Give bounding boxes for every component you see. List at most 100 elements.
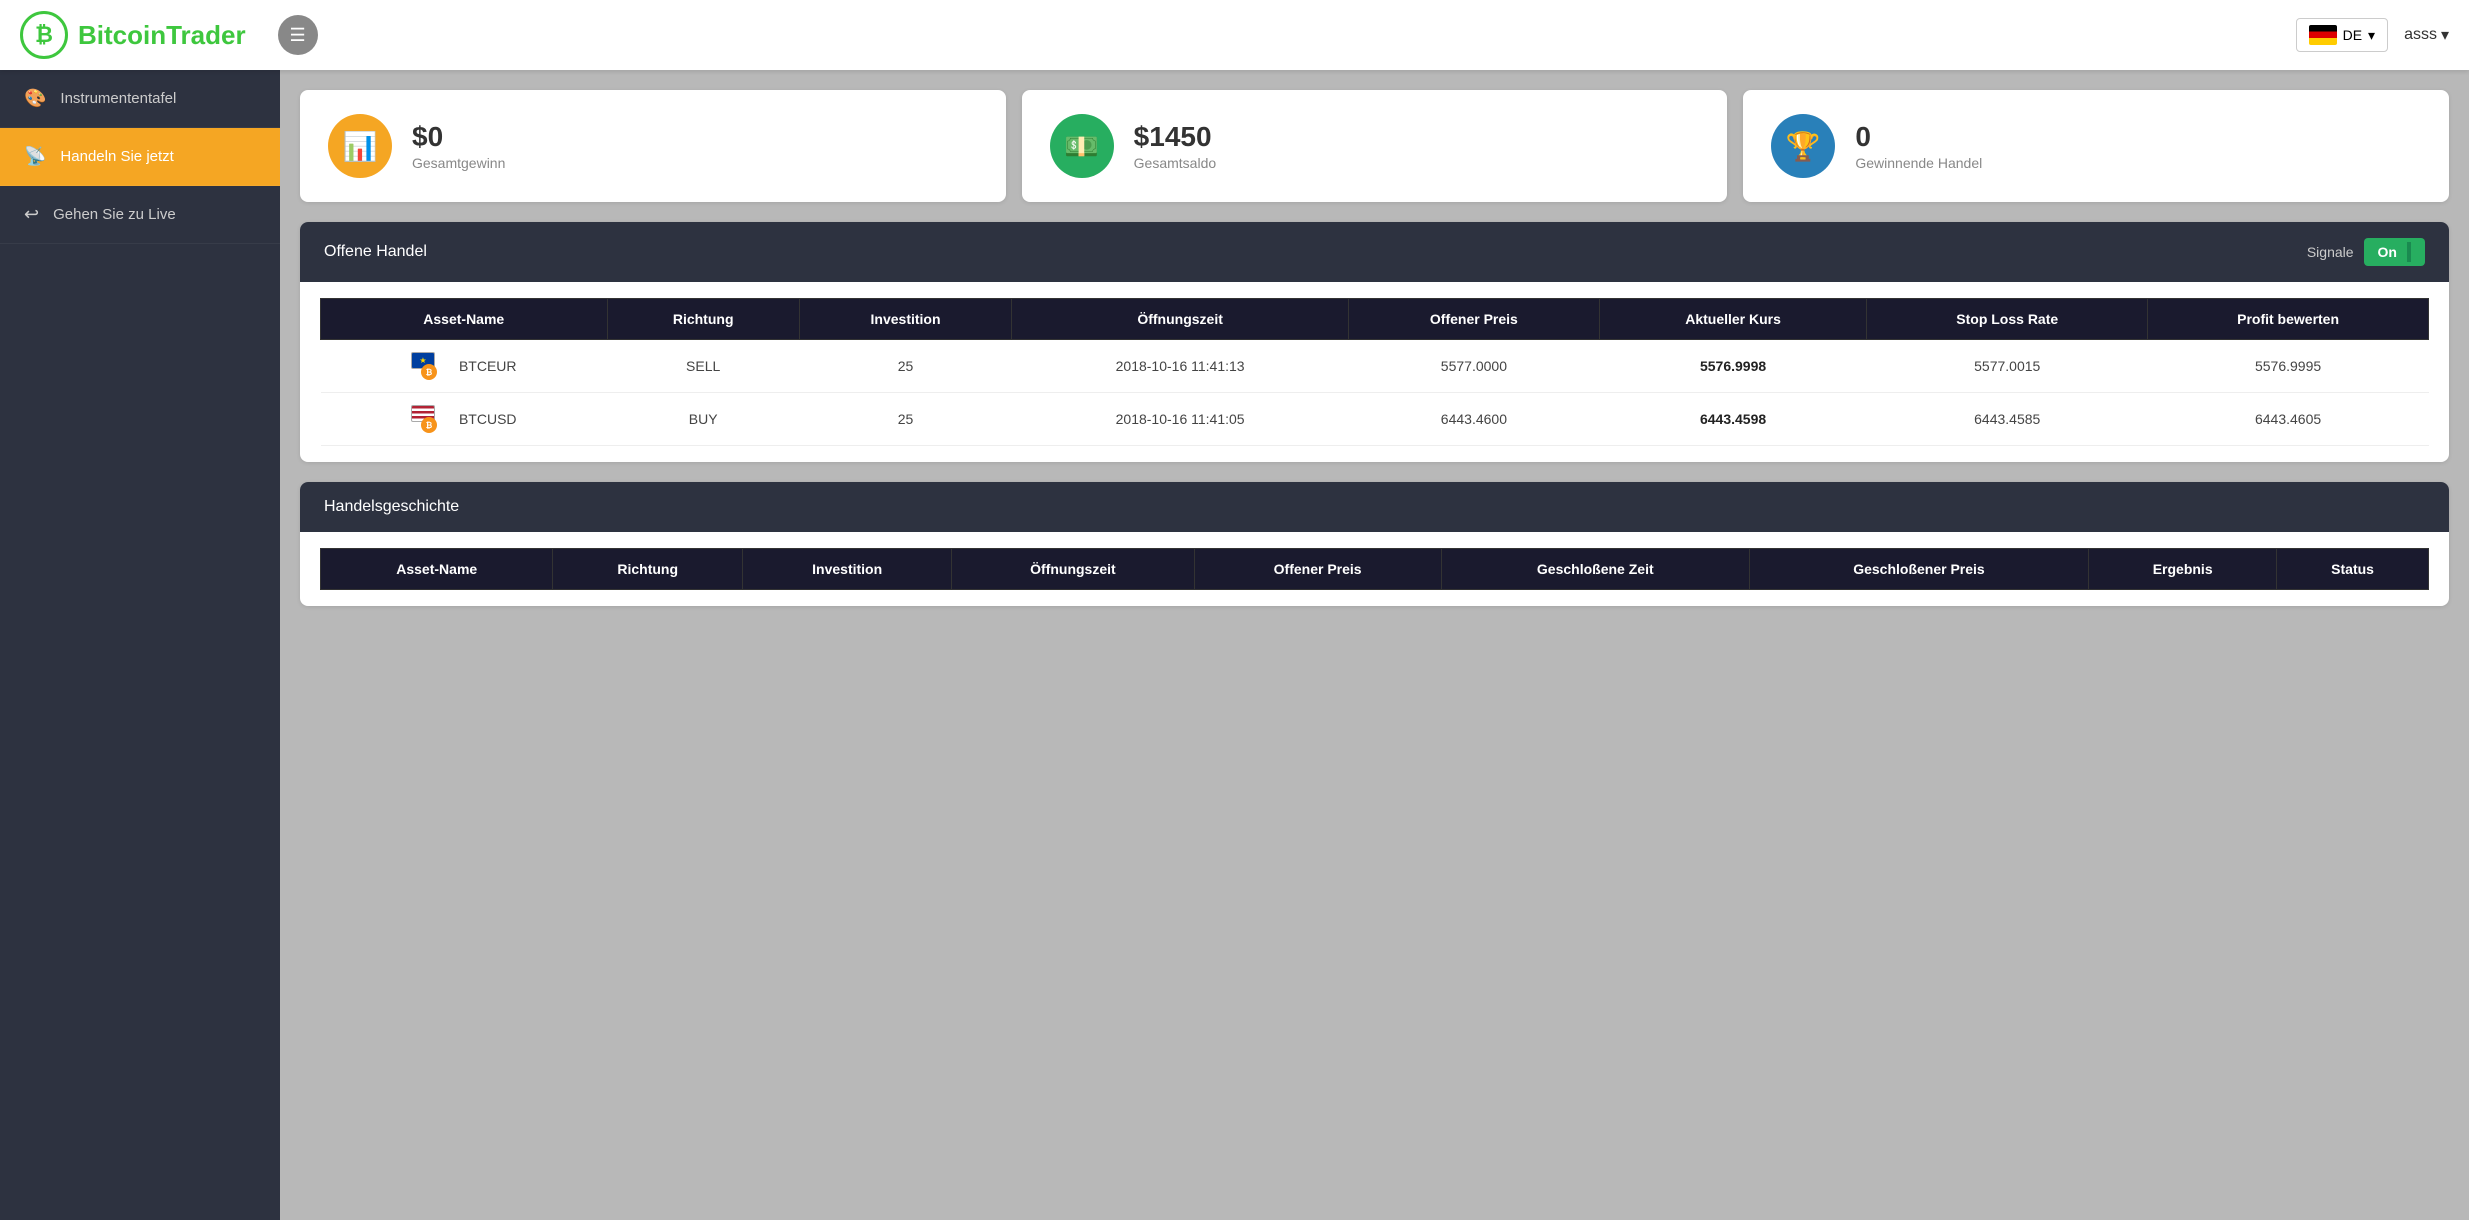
row-investment-1: 25 (799, 393, 1011, 446)
open-trades-header-row: Asset-Name Richtung Investition Öffnungs… (321, 299, 2429, 340)
palette-icon: 🎨 (24, 88, 46, 109)
logo: ₿ BitcoinTrader (20, 11, 246, 59)
balance-info: $1450 Gesamtsaldo (1134, 121, 1216, 171)
row-direction-1: BUY (607, 393, 799, 446)
btcusd-flags: ₿ (411, 405, 451, 433)
logo-icon: ₿ (20, 11, 68, 59)
asset-cell-btceur: ★ ₿ BTCEUR (335, 352, 594, 380)
balance-icon: 💵 (1050, 114, 1114, 178)
row-stop-loss-0: 5577.0015 (1867, 340, 2148, 393)
btceur-flags: ★ ₿ (411, 352, 451, 380)
wifi-icon: 📡 (24, 146, 46, 167)
trade-history-table: Asset-Name Richtung Investition Öffnungs… (320, 548, 2429, 590)
sidebar-item-label: Instrumententafel (60, 90, 176, 107)
row-asset-btcusd: ₿ BTCUSD (321, 393, 608, 446)
row-asset-btceur: ★ ₿ BTCEUR (321, 340, 608, 393)
sidebar-item-handeln[interactable]: 📡 Handeln Sie jetzt (0, 128, 280, 186)
winning-label: Gewinnende Handel (1855, 155, 1982, 171)
row-opening-time-0: 2018-10-16 11:41:13 (1012, 340, 1349, 393)
row-open-price-0: 5577.0000 (1348, 340, 1599, 393)
profit-label: Gesamtgewinn (412, 155, 505, 171)
bitcoin-icon: ₿ (421, 364, 437, 380)
open-trades-header: Offene Handel Signale On (300, 222, 2449, 282)
trade-history-panel: Handelsgeschichte Asset-Name Richtung In… (300, 482, 2449, 606)
app-header: ₿ BitcoinTrader ☰ DE ▾ asss ▾ (0, 0, 2469, 70)
asset-name-btcusd: BTCUSD (459, 411, 517, 427)
sidebar-item-label: Gehen Sie zu Live (53, 206, 176, 223)
winning-icon: 🏆 (1771, 114, 1835, 178)
trade-history-header-row: Asset-Name Richtung Investition Öffnungs… (321, 549, 2429, 590)
balance-label: Gesamtsaldo (1134, 155, 1216, 171)
main-layout: 🎨 Instrumententafel 📡 Handeln Sie jetzt … (0, 70, 2469, 1220)
lang-chevron-icon: ▾ (2368, 27, 2375, 44)
user-menu[interactable]: asss ▾ (2404, 25, 2449, 45)
table-row: ★ ₿ BTCEUR SELL 25 2018-10-16 11:41:13 5… (321, 340, 2429, 393)
winning-value: 0 (1855, 121, 1982, 153)
toggle-bar-icon (2407, 242, 2411, 262)
col-richtung: Richtung (607, 299, 799, 340)
signals-label: Signale (2307, 244, 2354, 260)
stat-card-balance: 💵 $1450 Gesamtsaldo (1022, 90, 1728, 202)
open-trades-table-container: Asset-Name Richtung Investition Öffnungs… (300, 282, 2449, 462)
col-investition: Investition (799, 299, 1011, 340)
hist-col-oeffnungszeit: Öffnungszeit (952, 549, 1194, 590)
menu-button[interactable]: ☰ (278, 15, 318, 55)
stat-card-profit: 📊 $0 Gesamtgewinn (300, 90, 1006, 202)
hist-col-richtung: Richtung (553, 549, 743, 590)
signals-toggle[interactable]: Signale On (2307, 238, 2425, 266)
col-aktueller-kurs: Aktueller Kurs (1599, 299, 1867, 340)
open-trades-thead: Asset-Name Richtung Investition Öffnungs… (321, 299, 2429, 340)
trade-history-thead: Asset-Name Richtung Investition Öffnungs… (321, 549, 2429, 590)
open-trades-panel: Offene Handel Signale On Asset-Name Rich… (300, 222, 2449, 462)
open-trades-title: Offene Handel (324, 243, 427, 261)
asset-name-btceur: BTCEUR (459, 358, 517, 374)
row-profit-1: 6443.4605 (2148, 393, 2429, 446)
username-label: asss (2404, 26, 2437, 44)
balance-value: $1450 (1134, 121, 1216, 153)
row-current-rate-1: 6443.4598 (1599, 393, 1867, 446)
hist-col-ergebnis: Ergebnis (2089, 549, 2277, 590)
trade-history-header: Handelsgeschichte (300, 482, 2449, 532)
bitcoin-icon: ₿ (421, 417, 437, 433)
hist-col-asset: Asset-Name (321, 549, 553, 590)
hist-col-status: Status (2277, 549, 2429, 590)
col-offener-preis: Offener Preis (1348, 299, 1599, 340)
sidebar-item-live[interactable]: ↩ Gehen Sie zu Live (0, 186, 280, 244)
open-trades-tbody: ★ ₿ BTCEUR SELL 25 2018-10-16 11:41:13 5… (321, 340, 2429, 446)
sidebar-item-label: Handeln Sie jetzt (60, 148, 173, 165)
col-asset-name: Asset-Name (321, 299, 608, 340)
hist-col-investition: Investition (742, 549, 951, 590)
stats-row: 📊 $0 Gesamtgewinn 💵 $1450 Gesamtsaldo 🏆 … (300, 90, 2449, 202)
stat-card-winning: 🏆 0 Gewinnende Handel (1743, 90, 2449, 202)
hist-col-offener-preis: Offener Preis (1194, 549, 1441, 590)
col-stop-loss: Stop Loss Rate (1867, 299, 2148, 340)
lang-label: DE (2343, 27, 2362, 43)
row-stop-loss-1: 6443.4585 (1867, 393, 2148, 446)
col-oeffnungszeit: Öffnungszeit (1012, 299, 1349, 340)
hist-col-geschlossener-preis: Geschloßener Preis (1749, 549, 2088, 590)
language-selector[interactable]: DE ▾ (2296, 18, 2388, 52)
table-row: ₿ BTCUSD BUY 25 2018-10-16 11:41:05 6443… (321, 393, 2429, 446)
main-content: 📊 $0 Gesamtgewinn 💵 $1450 Gesamtsaldo 🏆 … (280, 70, 2469, 1220)
row-open-price-1: 6443.4600 (1348, 393, 1599, 446)
profit-value: $0 (412, 121, 505, 153)
flag-de-icon (2309, 25, 2337, 45)
toggle-on-button[interactable]: On (2364, 238, 2425, 266)
trade-history-title: Handelsgeschichte (324, 498, 459, 516)
toggle-on-label: On (2378, 244, 2397, 260)
sidebar: 🎨 Instrumententafel 📡 Handeln Sie jetzt … (0, 70, 280, 1220)
row-opening-time-1: 2018-10-16 11:41:05 (1012, 393, 1349, 446)
sidebar-item-instrumententafel[interactable]: 🎨 Instrumententafel (0, 70, 280, 128)
col-profit: Profit bewerten (2148, 299, 2429, 340)
winning-info: 0 Gewinnende Handel (1855, 121, 1982, 171)
back-icon: ↩ (24, 204, 39, 225)
open-trades-table: Asset-Name Richtung Investition Öffnungs… (320, 298, 2429, 446)
user-chevron-icon: ▾ (2441, 25, 2449, 45)
row-current-rate-0: 5576.9998 (1599, 340, 1867, 393)
asset-cell-btcusd: ₿ BTCUSD (335, 405, 594, 433)
row-direction-0: SELL (607, 340, 799, 393)
profit-icon: 📊 (328, 114, 392, 178)
row-investment-0: 25 (799, 340, 1011, 393)
hist-col-geschlossene-zeit: Geschloßene Zeit (1441, 549, 1749, 590)
profit-info: $0 Gesamtgewinn (412, 121, 505, 171)
